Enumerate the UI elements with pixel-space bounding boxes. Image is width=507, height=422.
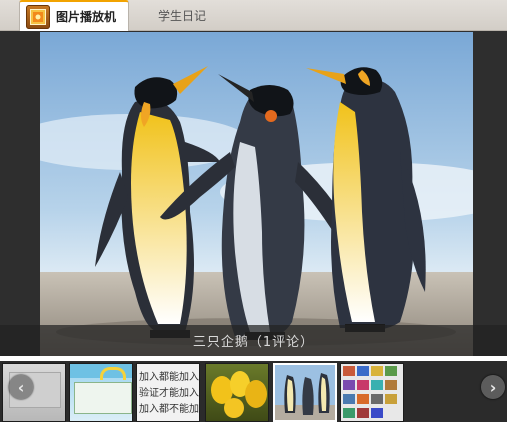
thumbnail-text: 加入都不能加入 <box>139 404 199 415</box>
thumbnail-text: 验证才能加入 <box>139 388 199 399</box>
chevron-left-icon: ‹ <box>17 377 25 397</box>
tab-bar: 图片播放机 学生日记 <box>0 0 507 31</box>
tab-photo-player[interactable]: 图片播放机 <box>19 0 129 31</box>
prev-button[interactable]: ‹ <box>9 375 33 399</box>
photo-caption-bar: 三只企鹅（1评论） <box>0 325 507 356</box>
photo-caption[interactable]: 三只企鹅（1评论） <box>193 331 314 350</box>
photo-viewer: 三只企鹅（1评论） <box>0 31 507 356</box>
thumbnail-6[interactable] <box>340 363 404 422</box>
thumbnail-2[interactable] <box>69 363 133 422</box>
thumbnail-text: 加入都能加入 <box>139 372 199 383</box>
tab-student-diary[interactable]: 学生日记 <box>158 0 206 31</box>
thumbnail-5-selected[interactable] <box>273 363 337 422</box>
tab-label: 图片播放机 <box>56 10 117 24</box>
next-button[interactable]: › <box>481 375 505 399</box>
tab-label: 学生日记 <box>158 9 207 23</box>
main-photo[interactable] <box>40 32 473 356</box>
thumbnail-4[interactable] <box>205 363 269 422</box>
chevron-right-icon: › <box>489 377 497 397</box>
photo-player-icon <box>26 4 50 29</box>
thumbnail-3[interactable]: 加入都能加入 验证才能加入 加入都不能加入 <box>136 363 200 422</box>
thumbnail-strip: 加入都能加入 验证才能加入 加入都不能加入 <box>0 361 507 422</box>
